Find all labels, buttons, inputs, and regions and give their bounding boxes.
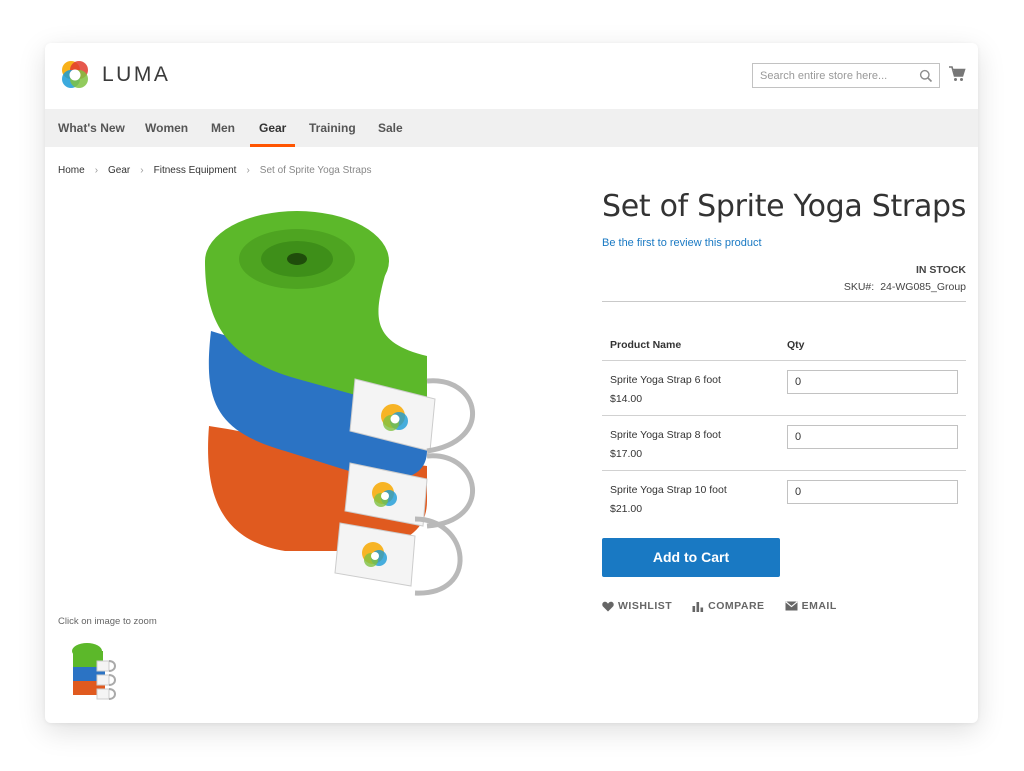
add-to-cart-button[interactable]: Add to Cart: [602, 538, 780, 577]
breadcrumb-home[interactable]: Home: [58, 165, 85, 176]
page-card: LUMA What's New Women Men Gear Training …: [45, 43, 978, 723]
sku-value: 24-WG085_Group: [880, 281, 966, 293]
product-name: Sprite Yoga Strap 10 foot: [610, 484, 727, 496]
breadcrumb-current: Set of Sprite Yoga Straps: [259, 165, 372, 176]
product-actions: WISHLIST COMPARE EMAIL: [602, 600, 857, 612]
logo-text: LUMA: [102, 63, 171, 86]
nav-item-men[interactable]: Men: [211, 109, 235, 147]
email-link[interactable]: EMAIL: [785, 600, 837, 612]
column-header-product-name: Product Name: [610, 339, 682, 351]
search-input[interactable]: [753, 64, 913, 87]
table-row: Sprite Yoga Strap 10 foot $21.00: [602, 471, 966, 526]
site-header: LUMA: [45, 43, 978, 109]
nav-item-women[interactable]: Women: [145, 109, 188, 147]
breadcrumb: Home › Gear › Fitness Equipment › Set of…: [58, 165, 372, 176]
nav-item-sale[interactable]: Sale: [378, 109, 403, 147]
stock-status: IN STOCK: [916, 264, 966, 276]
envelope-icon: [785, 601, 798, 611]
divider: [602, 301, 966, 302]
breadcrumb-separator-icon: ›: [246, 165, 250, 176]
breadcrumb-separator-icon: ›: [94, 165, 99, 176]
sku: SKU#: 24-WG085_Group: [844, 281, 966, 293]
bar-chart-icon: [692, 601, 704, 612]
product-price: $21.00: [610, 503, 643, 515]
table-row: Sprite Yoga Strap 6 foot $14.00: [602, 361, 966, 416]
nav-item-whats-new[interactable]: What's New: [58, 109, 125, 147]
product-price: $17.00: [610, 448, 643, 460]
heart-icon: [602, 601, 614, 611]
nav-item-gear[interactable]: Gear: [250, 109, 296, 147]
qty-input[interactable]: [787, 370, 958, 394]
breadcrumb-gear[interactable]: Gear: [108, 165, 130, 176]
column-header-qty: Qty: [787, 339, 805, 351]
product-name: Sprite Yoga Strap 8 foot: [610, 429, 721, 441]
qty-input[interactable]: [787, 480, 958, 504]
nav-item-training[interactable]: Training: [309, 109, 356, 147]
sku-label: SKU#:: [843, 281, 875, 293]
review-link[interactable]: Be the first to review this product: [602, 237, 762, 249]
grouped-product-table: Product Name Qty Sprite Yoga Strap 6 foo…: [602, 333, 966, 526]
logo[interactable]: LUMA: [58, 58, 170, 92]
table-header: Product Name Qty: [602, 333, 966, 361]
compare-link[interactable]: COMPARE: [692, 600, 764, 612]
cart-icon[interactable]: [948, 65, 966, 83]
compare-label: COMPARE: [708, 600, 765, 612]
table-row: Sprite Yoga Strap 8 foot $17.00: [602, 416, 966, 471]
luma-logo-icon: [62, 61, 88, 88]
email-label: EMAIL: [801, 600, 837, 612]
page-title: Set of Sprite Yoga Straps: [602, 189, 967, 224]
product-price: $14.00: [610, 393, 643, 405]
breadcrumb-fitness-equipment[interactable]: Fitness Equipment: [154, 165, 237, 176]
breadcrumb-separator-icon: ›: [140, 165, 144, 176]
qty-input[interactable]: [787, 425, 958, 449]
main-nav: What's New Women Men Gear Training Sale: [45, 109, 978, 147]
wishlist-link[interactable]: WISHLIST: [602, 600, 672, 612]
product-name: Sprite Yoga Strap 6 foot: [610, 374, 721, 386]
product-thumbnail[interactable]: [67, 641, 119, 707]
product-main-image[interactable]: [165, 201, 485, 601]
wishlist-label: WISHLIST: [618, 600, 673, 612]
zoom-hint: Click on image to zoom: [58, 616, 157, 627]
search-box: [752, 63, 940, 88]
search-icon[interactable]: [919, 69, 933, 83]
